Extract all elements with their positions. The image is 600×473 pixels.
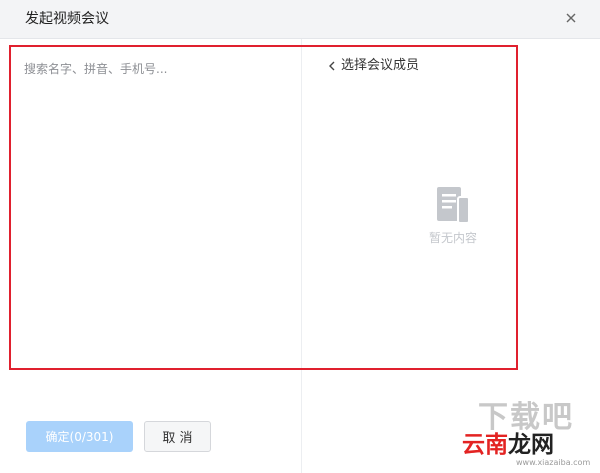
dialog-body: 选择会议成员 暂无内容 — [0, 39, 600, 473]
member-search-input[interactable] — [24, 58, 284, 80]
selected-members-header[interactable]: 选择会议成员 — [327, 55, 419, 77]
close-button[interactable] — [562, 9, 580, 27]
confirm-button[interactable]: 确定(0/301) — [26, 421, 133, 452]
dialog-titlebar: 发起视频会议 — [0, 0, 600, 39]
document-icon — [437, 187, 470, 224]
empty-state: 暂无内容 — [420, 185, 486, 246]
empty-text: 暂无内容 — [428, 231, 477, 245]
cancel-button[interactable]: 取 消 — [144, 421, 211, 452]
dialog-title: 发起视频会议 — [25, 11, 109, 27]
video-meeting-dialog: 发起视频会议 选择会议成员 暂无内容 — [0, 0, 600, 473]
panel-divider — [301, 39, 302, 473]
selected-members-title: 选择会议成员 — [341, 58, 420, 73]
chevron-left-icon — [329, 61, 335, 71]
close-icon — [566, 13, 576, 23]
